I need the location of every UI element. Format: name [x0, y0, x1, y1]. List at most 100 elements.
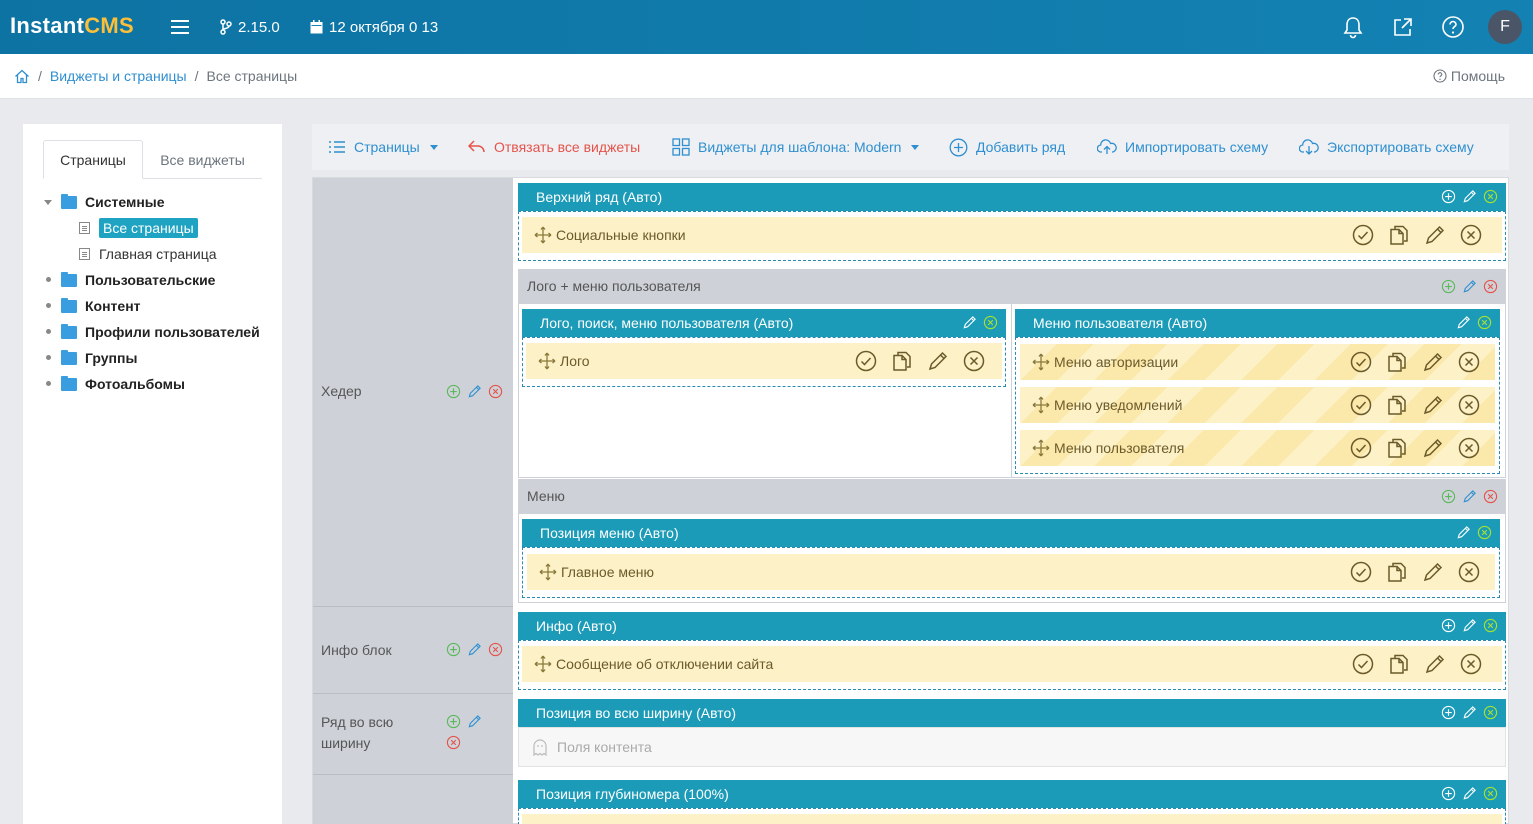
copy-icon[interactable] [1386, 561, 1408, 583]
position-menu[interactable]: Позиция меню (Авто) [522, 519, 1500, 547]
pencil-icon[interactable] [1422, 437, 1444, 459]
edit-icon[interactable] [467, 642, 482, 657]
pencil-icon[interactable] [1422, 394, 1444, 416]
pencil-icon[interactable] [927, 350, 949, 372]
remove-icon[interactable] [1458, 351, 1480, 373]
add-icon[interactable] [1441, 705, 1456, 720]
move-icon[interactable] [539, 563, 557, 581]
close-icon[interactable] [1477, 525, 1492, 540]
add-icon[interactable] [446, 714, 461, 729]
check-icon[interactable] [1350, 561, 1372, 583]
template-widgets-dropdown[interactable]: Виджеты для шаблона: Modern [672, 124, 920, 170]
remove-icon[interactable] [1460, 653, 1482, 675]
position-logo-search[interactable]: Лого, поиск, меню пользователя (Авто) [522, 309, 1006, 337]
row-header[interactable]: Хедер [313, 178, 513, 607]
tree-node-content[interactable]: Контент [61, 295, 141, 317]
move-icon[interactable] [538, 352, 556, 370]
tree-node-groups[interactable]: Группы [61, 347, 137, 369]
widget-logo[interactable]: Лого [526, 343, 1002, 379]
position-top-row[interactable]: Верхний ряд (Авто) [518, 183, 1506, 211]
edit-icon[interactable] [467, 384, 482, 399]
breadcrumb-widgets-link[interactable]: Виджеты и страницы [50, 68, 187, 84]
edit-icon[interactable] [467, 714, 482, 729]
widget-notifications-menu[interactable]: Меню уведомлений [1020, 387, 1495, 423]
add-icon[interactable] [1441, 786, 1456, 801]
close-icon[interactable] [1483, 618, 1498, 633]
pencil-icon[interactable] [1424, 653, 1446, 675]
copy-icon[interactable] [1388, 224, 1410, 246]
remove-icon[interactable] [1458, 437, 1480, 459]
close-icon[interactable] [1483, 189, 1498, 204]
tree-node-all-pages[interactable]: Все страницы [79, 217, 198, 239]
close-icon[interactable] [1477, 315, 1492, 330]
delete-icon[interactable] [1483, 489, 1498, 504]
remove-icon[interactable] [1460, 224, 1482, 246]
copy-icon[interactable] [1386, 437, 1408, 459]
position-depth[interactable]: Позиция глубиномера (100%) [518, 780, 1506, 808]
avatar[interactable]: F [1488, 10, 1522, 44]
widget-site-offline-message[interactable]: Сообщение об отключении сайта [522, 646, 1502, 682]
import-scheme-button[interactable]: Импортировать схему [1097, 124, 1268, 170]
add-icon[interactable] [1441, 489, 1456, 504]
tree-node-albums[interactable]: Фотоальбомы [61, 373, 185, 395]
remove-icon[interactable] [963, 350, 985, 372]
check-icon[interactable] [1350, 437, 1372, 459]
remove-icon[interactable] [1458, 561, 1480, 583]
pencil-icon[interactable] [1422, 351, 1444, 373]
delete-icon[interactable] [1483, 279, 1498, 294]
check-icon[interactable] [1352, 653, 1374, 675]
home-icon[interactable] [14, 69, 30, 84]
copy-icon[interactable] [1386, 351, 1408, 373]
tree-node-system[interactable]: Системные [61, 191, 165, 213]
subrow-logo-user-menu[interactable]: Лого + меню пользователя [518, 269, 1506, 303]
copy-icon[interactable] [1388, 653, 1410, 675]
check-icon[interactable] [855, 350, 877, 372]
move-icon[interactable] [1032, 353, 1050, 371]
copy-icon[interactable] [891, 350, 913, 372]
pages-dropdown-button[interactable]: Страницы [328, 124, 438, 170]
check-icon[interactable] [1350, 394, 1372, 416]
check-icon[interactable] [1352, 224, 1374, 246]
subrow-menu[interactable]: Меню [518, 479, 1506, 513]
widget-social-buttons[interactable]: Социальные кнопки [522, 217, 1502, 253]
close-icon[interactable] [1483, 705, 1498, 720]
row-info[interactable]: Инфо блок [313, 607, 513, 694]
logo[interactable]: InstantCMS [10, 13, 134, 39]
edit-icon[interactable] [1462, 705, 1477, 720]
widget-user-menu[interactable]: Меню пользователя [1020, 430, 1495, 466]
add-row-button[interactable]: Добавить ряд [949, 124, 1065, 170]
help-icon[interactable] [1440, 14, 1466, 40]
add-icon[interactable] [446, 384, 461, 399]
add-icon[interactable] [1441, 618, 1456, 633]
position-info[interactable]: Инфо (Авто) [518, 612, 1506, 640]
move-icon[interactable] [1032, 396, 1050, 414]
external-link-icon[interactable] [1390, 14, 1416, 40]
tree-node-main-page[interactable]: Главная страница [79, 243, 217, 265]
tab-pages[interactable]: Страницы [43, 140, 143, 179]
expand-caret-icon[interactable] [44, 200, 52, 205]
hamburger-menu-icon[interactable] [167, 14, 193, 40]
move-icon[interactable] [534, 655, 552, 673]
copy-icon[interactable] [1386, 394, 1408, 416]
pencil-icon[interactable] [1424, 224, 1446, 246]
edit-icon[interactable] [1462, 618, 1477, 633]
edit-icon[interactable] [1462, 279, 1477, 294]
add-icon[interactable] [1441, 189, 1456, 204]
delete-icon[interactable] [488, 384, 503, 399]
tree-node-custom[interactable]: Пользовательские [61, 269, 215, 291]
edit-icon[interactable] [1462, 786, 1477, 801]
pencil-icon[interactable] [1422, 561, 1444, 583]
position-fullwidth[interactable]: Позиция во всю ширину (Авто) [518, 699, 1506, 727]
edit-icon[interactable] [1456, 315, 1471, 330]
close-icon[interactable] [1483, 786, 1498, 801]
widget-auth-menu[interactable]: Меню авторизации [1020, 344, 1495, 380]
delete-icon[interactable] [446, 735, 461, 750]
check-icon[interactable] [1350, 351, 1372, 373]
widget-main-menu[interactable]: Главное меню [527, 554, 1495, 590]
help-link[interactable]: Помощь [1433, 68, 1505, 84]
unbind-all-widgets-button[interactable]: Отвязать все виджеты [468, 124, 640, 170]
add-icon[interactable] [446, 642, 461, 657]
add-icon[interactable] [1441, 279, 1456, 294]
position-user-menu[interactable]: Меню пользователя (Авто) [1015, 309, 1500, 337]
bell-icon[interactable] [1340, 14, 1366, 40]
